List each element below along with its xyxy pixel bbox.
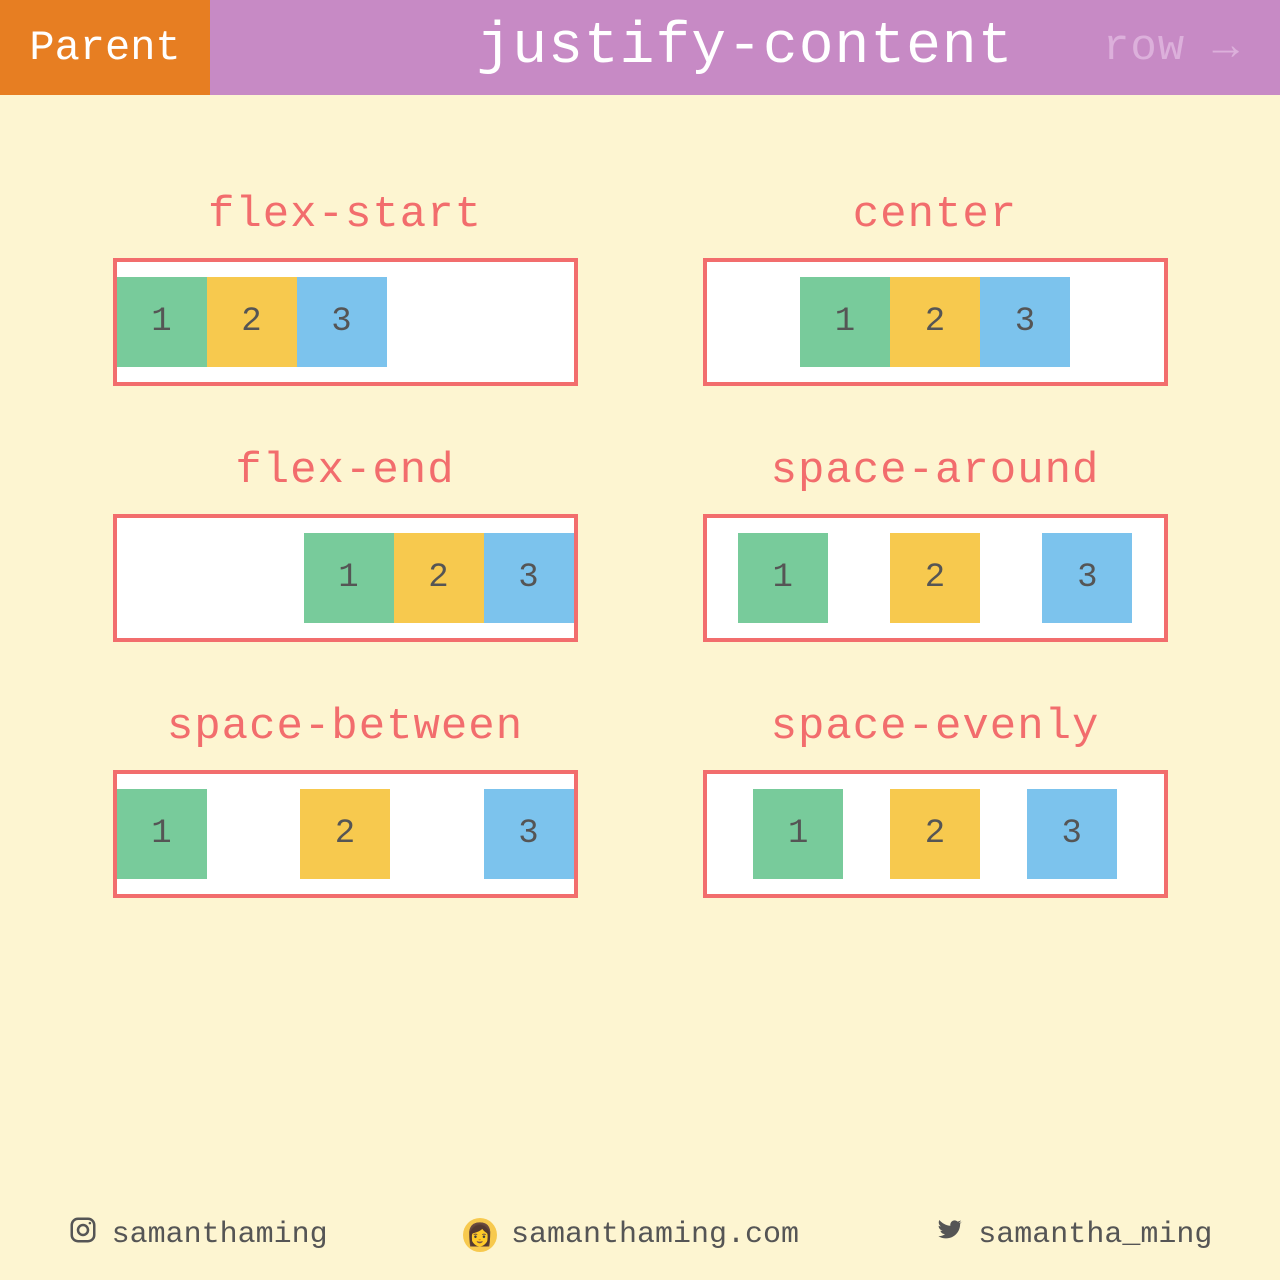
footer-twitter-text: samantha_ming — [978, 1218, 1212, 1252]
flex-container: 1 2 3 — [113, 770, 578, 898]
example-space-between: space-between 1 2 3 — [85, 702, 605, 898]
footer-twitter: samantha_ming — [934, 1215, 1212, 1255]
flex-container: 1 2 3 — [113, 514, 578, 642]
flex-item-3: 3 — [980, 277, 1070, 367]
flex-item-1: 1 — [800, 277, 890, 367]
flex-item-1: 1 — [117, 277, 207, 367]
examples-grid: flex-start 1 2 3 center 1 2 3 flex-end 1… — [0, 95, 1280, 898]
example-space-evenly: space-evenly 1 2 3 — [675, 702, 1195, 898]
example-flex-start: flex-start 1 2 3 — [85, 190, 605, 386]
footer-instagram-text: samanthaming — [112, 1218, 328, 1252]
flex-item-3: 3 — [297, 277, 387, 367]
example-label: flex-start — [208, 190, 482, 240]
flex-item-2: 2 — [394, 533, 484, 623]
footer-website: 👩 samanthaming.com — [463, 1218, 799, 1252]
example-space-around: space-around 1 2 3 — [675, 446, 1195, 642]
flex-item-1: 1 — [753, 789, 843, 879]
flex-item-2: 2 — [890, 533, 980, 623]
flex-container: 1 2 3 — [703, 770, 1168, 898]
footer-instagram: samanthaming — [68, 1215, 328, 1255]
flex-item-2: 2 — [890, 277, 980, 367]
example-label: flex-end — [235, 446, 454, 496]
flex-item-2: 2 — [207, 277, 297, 367]
footer-website-text: samanthaming.com — [511, 1218, 799, 1252]
example-flex-end: flex-end 1 2 3 — [85, 446, 605, 642]
flex-item-3: 3 — [484, 533, 574, 623]
example-label: center — [853, 190, 1017, 240]
example-center: center 1 2 3 — [675, 190, 1195, 386]
header-parent-badge: Parent — [0, 0, 210, 95]
flex-container: 1 2 3 — [703, 258, 1168, 386]
flex-item-2: 2 — [890, 789, 980, 879]
flex-item-1: 1 — [117, 789, 207, 879]
twitter-icon — [934, 1215, 964, 1255]
footer: samanthaming 👩 samanthaming.com samantha… — [0, 1190, 1280, 1280]
example-label: space-between — [167, 702, 523, 752]
flex-container: 1 2 3 — [113, 258, 578, 386]
header: Parent justify-content row → — [0, 0, 1280, 95]
instagram-icon — [68, 1215, 98, 1255]
flex-item-2: 2 — [300, 789, 390, 879]
flex-container: 1 2 3 — [703, 514, 1168, 642]
flex-item-1: 1 — [304, 533, 394, 623]
flex-item-3: 3 — [1042, 533, 1132, 623]
flex-item-3: 3 — [484, 789, 574, 879]
example-label: space-evenly — [771, 702, 1100, 752]
header-title: justify-content row → — [210, 0, 1280, 95]
header-title-text: justify-content — [476, 15, 1013, 80]
header-direction-label: row → — [1103, 23, 1240, 73]
flex-item-1: 1 — [738, 533, 828, 623]
example-label: space-around — [771, 446, 1100, 496]
avatar-icon: 👩 — [463, 1218, 497, 1252]
flex-item-3: 3 — [1027, 789, 1117, 879]
